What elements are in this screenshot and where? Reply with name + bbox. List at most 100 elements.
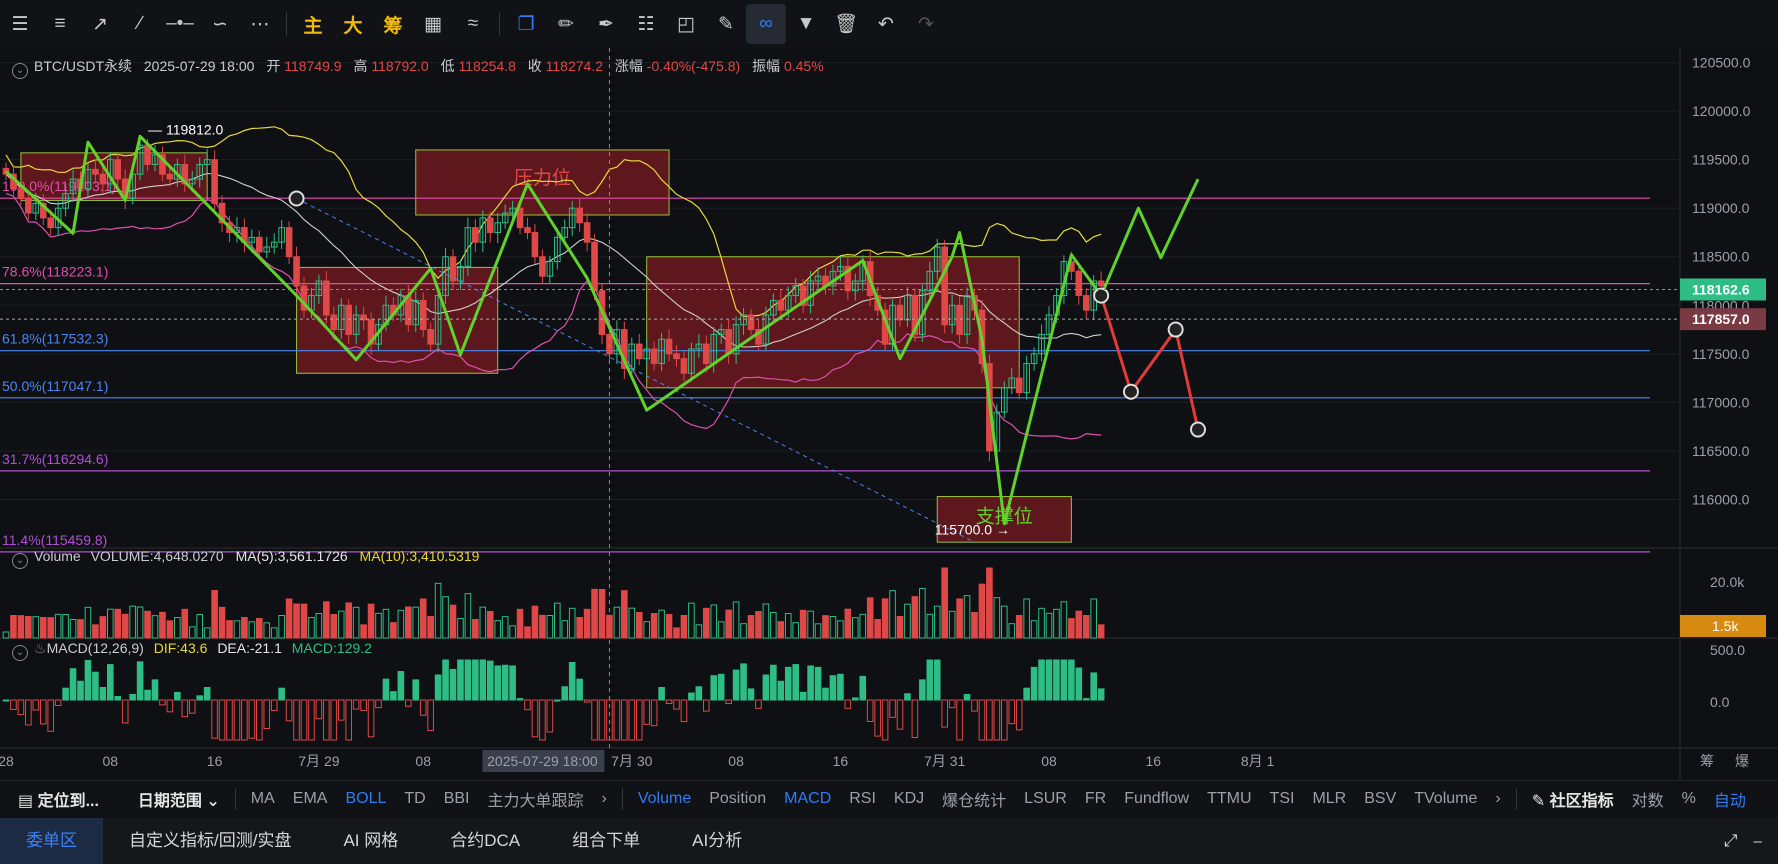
minimize-icon[interactable]: ⎯ (1748, 818, 1778, 864)
main-bbi[interactable]: BBI (444, 790, 470, 808)
trash-icon[interactable]: 🗑 (826, 4, 866, 44)
volume-bar (211, 590, 218, 639)
indicator-bar: ▤ 定位到... 日期范围 ⌄ MA EMA BOLL TD BBI 主力大单跟… (0, 780, 1778, 817)
pen-icon[interactable]: ✒ (586, 4, 626, 44)
note-icon[interactable]: ✎ (706, 4, 746, 44)
settings-lines-icon[interactable]: ≡ (40, 4, 80, 44)
ray-icon[interactable]: ↗ (80, 4, 120, 44)
main-ma[interactable]: MA (251, 790, 275, 808)
magnet-icon[interactable]: ∞ (746, 4, 786, 44)
tab-combo-order[interactable]: 组合下单 (546, 818, 666, 864)
select-icon[interactable]: ❐ (506, 4, 546, 44)
collapse-icon[interactable]: ⌄ (12, 645, 28, 661)
macd-bar (524, 699, 531, 711)
volume-bar (1097, 624, 1105, 639)
chevron-right-icon[interactable]: › (602, 790, 607, 808)
percent-scale-button[interactable]: % (1682, 790, 1696, 808)
volume-bar (583, 608, 591, 639)
main-indicator-button[interactable]: 主 (293, 4, 333, 44)
volume-bar (486, 611, 494, 639)
sub-ttmu[interactable]: TTMU (1207, 790, 1251, 808)
sub-liq[interactable]: 爆仓统计 (942, 787, 1006, 811)
volume-bar (434, 582, 442, 639)
collapse-icon[interactable]: ⌄ (12, 63, 28, 79)
sub-mlr[interactable]: MLR (1312, 790, 1346, 808)
expand-icon[interactable]: ⤢ (1714, 818, 1748, 864)
tab-orders[interactable]: 委单区 (0, 818, 103, 864)
volume-bar (844, 608, 852, 639)
menu-icon[interactable]: ☰ (0, 4, 40, 44)
community-indicators-button[interactable]: ✎ 社区指标 (1532, 787, 1614, 811)
sub-rsi[interactable]: RSI (849, 790, 876, 808)
sub-macd[interactable]: MACD (784, 790, 831, 808)
collapse-icon[interactable]: ⌄ (12, 553, 28, 569)
chips-button[interactable]: 筹 (373, 4, 413, 44)
x-tick-label: 16 (833, 753, 849, 769)
locate-button[interactable]: ▤ 定位到... (18, 787, 99, 811)
zone-label: 压力位 (514, 167, 571, 189)
undo-icon[interactable]: ↶ (866, 4, 906, 44)
candle-body (472, 227, 479, 243)
volume-bar (375, 612, 382, 639)
tab-ai-grid[interactable]: AI 网格 (317, 818, 424, 864)
macd-bar (814, 666, 822, 701)
main-big-order[interactable]: 主力大单跟踪 (488, 787, 584, 811)
chevron-right-icon[interactable]: › (1495, 790, 1500, 808)
measure-icon[interactable]: ≈ (453, 4, 493, 44)
tab-dca[interactable]: 合约DCA (424, 818, 546, 864)
close-value: 118274.2 (545, 58, 603, 74)
volume-bar (10, 615, 17, 639)
sub-bsv[interactable]: BSV (1364, 790, 1396, 808)
more-icon[interactable]: ⋯ (240, 4, 280, 44)
volume-bar (263, 622, 271, 639)
volume-bar (345, 602, 352, 639)
volume-bar (270, 627, 278, 639)
sub-volume[interactable]: Volume (638, 790, 691, 808)
bell-icon[interactable]: ♨ (34, 640, 47, 656)
macd-bar (695, 686, 703, 701)
volume-bar (963, 595, 971, 639)
wave-icon[interactable]: ∽ (200, 4, 240, 44)
x-tick-label: 7月 30 (611, 753, 652, 769)
template-icon[interactable]: ▦ (413, 4, 453, 44)
sub-fr[interactable]: FR (1085, 790, 1106, 808)
volume-bar (449, 604, 457, 639)
auto-scale-button[interactable]: 自动 (1714, 787, 1746, 811)
volume-bar (1038, 607, 1045, 639)
main-td[interactable]: TD (404, 790, 425, 808)
macd-bar (479, 659, 487, 701)
ruler-icon[interactable]: ✏ (546, 4, 586, 44)
main-ema[interactable]: EMA (293, 790, 328, 808)
price-chart[interactable]: 压力位支撑位 100.0%(119103.1)78.6%(118223.1)61… (0, 48, 1778, 780)
sub-tsi[interactable]: TSI (1270, 790, 1295, 808)
redo-icon[interactable]: ↷ (906, 4, 946, 44)
sub-kdj[interactable]: KDJ (894, 790, 924, 808)
big-order-button[interactable]: 大 (333, 4, 373, 44)
macd-bar (963, 693, 971, 701)
macd-bar (583, 699, 591, 703)
x-tick-label: 08 (1041, 753, 1057, 769)
horizontal-line-icon[interactable]: –•– (160, 4, 200, 44)
filter-icon[interactable]: ▼ (786, 4, 826, 44)
main-boll[interactable]: BOLL (345, 790, 386, 808)
date-range-button[interactable]: 日期范围 ⌄ (138, 787, 220, 811)
volume-bar (25, 616, 32, 639)
volume-axis-label: 20.0k (1710, 574, 1745, 590)
y-tick-label: 117500.0 (1692, 346, 1750, 362)
sub-lsur[interactable]: LSUR (1024, 790, 1067, 808)
macd-bar (270, 699, 278, 711)
sub-tvolume[interactable]: TVolume (1414, 790, 1477, 808)
pattern-icon[interactable]: ☷ (626, 4, 666, 44)
anchor-point (1093, 287, 1110, 304)
line-icon[interactable]: ∕ (120, 4, 160, 44)
volume-layer (2, 567, 1105, 639)
log-scale-button[interactable]: 对数 (1632, 787, 1664, 811)
boom-label: 爆 (1735, 753, 1749, 769)
volume-bar (561, 620, 569, 639)
sub-position[interactable]: Position (709, 790, 766, 808)
delete-tool-icon[interactable]: ◰ (666, 4, 706, 44)
tab-ai-analysis[interactable]: AI分析 (666, 818, 768, 864)
sub-fundflow[interactable]: Fundflow (1124, 790, 1189, 808)
tab-custom-indicators[interactable]: 自定义指标/回测/实盘 (103, 818, 317, 864)
low-label: 低 (440, 58, 455, 74)
